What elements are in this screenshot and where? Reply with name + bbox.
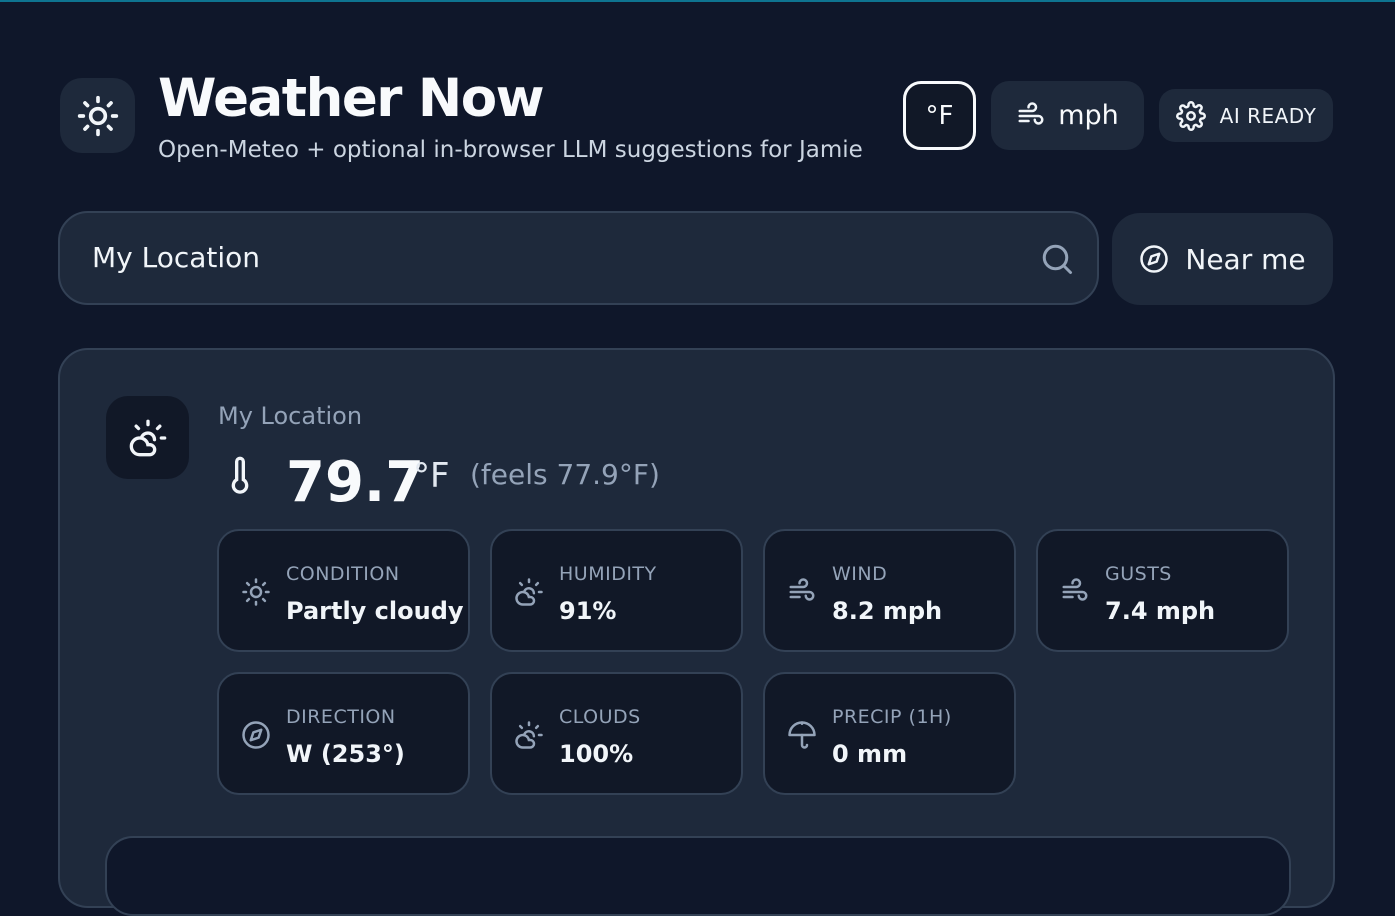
metric-value: 100%: [559, 740, 634, 768]
thermometer-icon: [231, 456, 249, 494]
metric-label: HUMIDITY: [559, 563, 657, 585]
metric-label: CONDITION: [286, 563, 400, 585]
metric-value: 8.2 mph: [832, 597, 943, 625]
current-weather-card: My Location 79.7 °F (feels 77.9°F) CONDI…: [58, 348, 1335, 916]
metric-tile-precip: PRECIP (1H) 0 mm: [763, 672, 1016, 795]
gear-icon: [1175, 100, 1206, 131]
metric-label: PRECIP (1H): [832, 706, 952, 728]
compass-icon: [1140, 245, 1169, 273]
wind-icon: [789, 578, 815, 601]
page-title: Weather Now: [158, 68, 545, 129]
umbrella-icon: [788, 721, 816, 749]
metric-value: W (253°): [286, 740, 405, 768]
wind-icon: [1018, 101, 1044, 125]
wind-unit-toggle[interactable]: mph: [991, 81, 1144, 150]
app-logo: [60, 78, 135, 153]
metric-label: WIND: [832, 563, 888, 585]
wind-icon: [1062, 578, 1088, 601]
metric-label: GUSTS: [1105, 563, 1172, 585]
metric-value: Partly cloudy: [286, 597, 464, 625]
suggestions-panel: [105, 836, 1291, 916]
metric-value: 91%: [559, 597, 617, 625]
metric-tile-wind: WIND 8.2 mph: [763, 529, 1016, 652]
sun-icon: [77, 95, 118, 136]
location-name: My Location: [218, 402, 363, 430]
condition-badge: [106, 396, 189, 479]
temperature-value: 79.7: [286, 450, 425, 515]
wind-unit-label: mph: [1058, 100, 1119, 131]
search-icon[interactable]: [1039, 241, 1075, 277]
metric-tile-gusts: GUSTS 7.4 mph: [1036, 529, 1289, 652]
metric-tile-direction: DIRECTION W (253°): [217, 672, 470, 795]
temperature-unit: °F: [413, 456, 450, 496]
near-me-button[interactable]: Near me: [1112, 213, 1333, 305]
partly-cloudy-icon: [129, 419, 166, 456]
metric-value: 7.4 mph: [1105, 597, 1216, 625]
metric-tile-humidity: HUMIDITY 91%: [490, 529, 743, 652]
compass-icon: [242, 721, 270, 749]
metric-label: CLOUDS: [559, 706, 641, 728]
temperature-unit-label: °F: [925, 100, 954, 131]
temperature-unit-toggle[interactable]: °F: [903, 81, 976, 150]
location-search-input[interactable]: My Location: [58, 211, 1099, 305]
metric-value: 0 mm: [832, 740, 908, 768]
partly-cloudy-icon: [515, 721, 543, 749]
partly-cloudy-icon: [515, 578, 543, 606]
sun-icon: [242, 578, 270, 606]
search-input-value: My Location: [92, 241, 261, 274]
near-me-label: Near me: [1185, 242, 1306, 276]
feels-like: (feels 77.9°F): [470, 458, 660, 491]
ai-status-label: AI READY: [1219, 103, 1317, 128]
metric-label: DIRECTION: [286, 706, 396, 728]
ai-status-button[interactable]: AI READY: [1159, 89, 1333, 142]
top-accent-line: [0, 0, 1395, 2]
metric-tile-condition: CONDITION Partly cloudy: [217, 529, 470, 652]
metric-tile-clouds: CLOUDS 100%: [490, 672, 743, 795]
page-subtitle: Open-Meteo + optional in-browser LLM sug…: [158, 137, 863, 163]
